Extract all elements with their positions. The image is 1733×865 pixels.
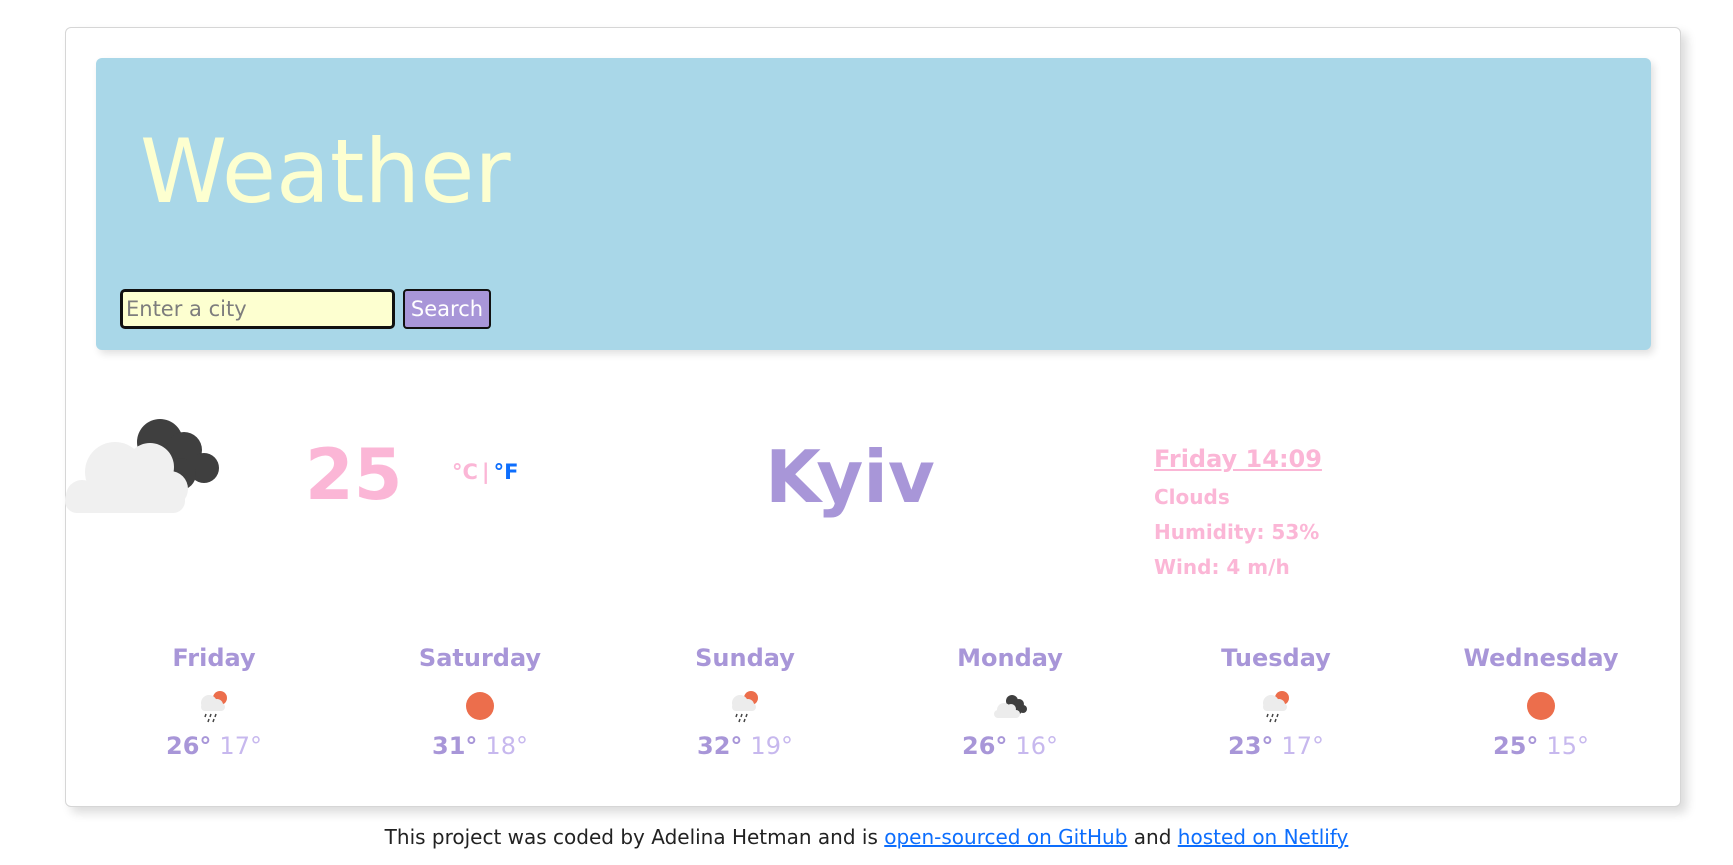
sun-icon [466,692,494,720]
github-link[interactable]: open-sourced on GitHub [884,825,1127,849]
forecast-min-temp: 18° [485,732,528,760]
date-time-link[interactable]: Friday 14:09 [1154,445,1322,480]
forecast-day-name: Monday [957,644,1063,672]
forecast-min-temp: 15° [1546,732,1589,760]
rain-sun-icon [1263,691,1289,723]
footer-text-middle: and [1127,825,1178,849]
forecast-day-name: Sunday [695,644,795,672]
city-search-input[interactable] [120,289,395,329]
forecast-day-name: Saturday [418,644,542,672]
weather-description: Clouds [1154,485,1230,509]
fahrenheit-link[interactable]: °F [494,460,519,484]
forecast-day: Friday 26° 17° [82,640,346,760]
city-name: Kyiv [765,435,935,519]
forecast-temps: 26° 17° [82,732,346,760]
unit-separator: | [481,460,490,484]
unit-toggle: °C | °F [452,460,518,484]
header-panel: Weather Search [96,58,1651,350]
forecast-temps: 31° 18° [348,732,612,760]
forecast-max-temp: 25° [1493,732,1539,760]
clouds-icon [994,695,1027,718]
forecast-min-temp: 17° [1281,732,1324,760]
forecast-max-temp: 26° [962,732,1008,760]
netlify-link[interactable]: hosted on Netlify [1178,825,1349,849]
forecast-day: Wednesday 25° 15° [1409,640,1673,760]
current-temperature: 25 [305,434,403,516]
clouds-icon [65,419,219,513]
forecast-max-temp: 31° [432,732,478,760]
humidity-value: Humidity: 53% [1154,520,1320,544]
current-weather-icon [60,410,240,524]
forecast-temps: 26° 16° [878,732,1142,760]
forecast-min-temp: 19° [750,732,793,760]
forecast-day: Monday 26° 16° [878,640,1142,760]
rain-sun-icon [201,691,227,723]
forecast-max-temp: 32° [697,732,743,760]
wind-value: Wind: 4 m/h [1154,555,1290,579]
forecast-temps: 23° 17° [1144,732,1408,760]
search-button[interactable]: Search [403,289,491,329]
weather-details: Friday 14:09 Clouds Humidity: 53% Wind: … [1154,445,1322,585]
forecast-day-name: Tuesday [1221,644,1331,672]
footer-text: This project was coded by Adelina Hetman… [384,825,885,849]
forecast-day: Tuesday 23° 17° [1144,640,1408,760]
forecast-temps: 25° 15° [1409,732,1673,760]
forecast-day-name: Wednesday [1463,644,1619,672]
footer: This project was coded by Adelina Hetman… [0,825,1733,849]
forecast-day: Sunday 32° 19° [613,640,877,760]
forecast-min-temp: 16° [1015,732,1058,760]
forecast-max-temp: 23° [1228,732,1274,760]
forecast-temps: 32° 19° [613,732,877,760]
sun-icon [1527,692,1555,720]
forecast-row: Friday 26° 17° Saturday 31° 18° Sunday 32°… [70,640,1660,780]
forecast-day: Saturday 31° 18° [348,640,612,760]
celsius-link[interactable]: °C [452,460,478,484]
rain-sun-icon [732,691,758,723]
forecast-day-name: Friday [172,644,256,672]
forecast-min-temp: 17° [219,732,262,760]
app-title: Weather [140,120,511,223]
forecast-max-temp: 26° [166,732,212,760]
